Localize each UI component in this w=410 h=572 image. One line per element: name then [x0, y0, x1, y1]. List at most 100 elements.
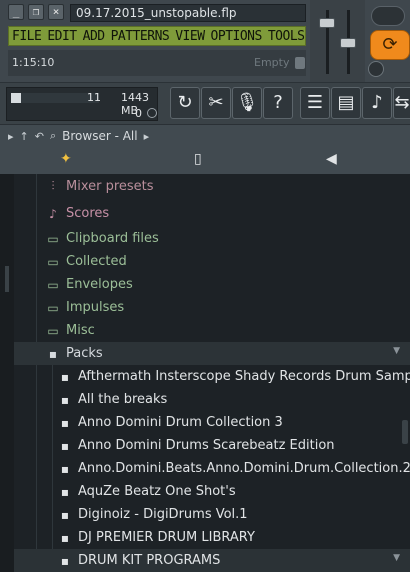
- tree-item-packs[interactable]: ▪ Packs ▼: [14, 342, 410, 365]
- tree-item-label: Misc: [66, 323, 95, 338]
- pack-folder-icon: ▪: [60, 507, 70, 522]
- tab-speaker-icon[interactable]: ◀: [326, 151, 337, 167]
- tree-gutter: [0, 174, 14, 572]
- hint-status: Empty: [254, 56, 290, 69]
- browser-title-row: ▸ ↑ ↶ ⌕ Browser - All ▸: [8, 129, 149, 143]
- tree-pack-label: AquZe Beatz One Shot's: [78, 484, 236, 499]
- tree-item-scores[interactable]: ♪ Scores: [14, 202, 410, 225]
- snap-toggle[interactable]: [371, 6, 405, 26]
- tree-item-label: Collected: [66, 254, 127, 269]
- folder-icon: ▭: [47, 254, 59, 269]
- tree-item-misc[interactable]: ▭ Misc: [14, 319, 410, 342]
- mixer-icon: ⫶: [51, 179, 55, 193]
- piano-roll-icon[interactable]: ♪: [362, 87, 392, 119]
- project-filename: 09.17.2015_unstopable.flp: [70, 4, 306, 22]
- tree-pack-label: Anno Domini Drum Collection 3: [78, 415, 283, 430]
- close-button[interactable]: ×: [48, 4, 64, 20]
- tree-pack-label: DJ PREMIER DRUM LIBRARY: [78, 530, 255, 545]
- tree-item-label: Mixer presets: [66, 179, 154, 194]
- menu-patterns[interactable]: PATTERNS: [108, 29, 173, 44]
- tree-scrollbar[interactable]: [402, 420, 408, 444]
- mixer-icon[interactable]: ⇆: [393, 87, 410, 119]
- pack-folder-icon: ▪: [60, 438, 70, 453]
- menu-edit[interactable]: EDIT: [44, 29, 79, 44]
- tree-pack-item[interactable]: ▪ AquZe Beatz One Shot's: [14, 480, 410, 503]
- pack-folder-icon: ▪: [60, 530, 70, 545]
- polyphony-value: 0: [135, 107, 142, 120]
- main-menu-bar: FILE EDIT ADD PATTERNS VIEW OPTIONS TOOL…: [8, 26, 318, 46]
- search-icon[interactable]: ⌕: [50, 129, 56, 143]
- pack-folder-icon: ▪: [60, 369, 70, 384]
- folder-icon: ▭: [47, 300, 59, 315]
- browser-header: ▸ ↑ ↶ ⌕ Browser - All ▸ ✦ ▯ ◀: [0, 124, 410, 174]
- tree-item-label: Clipboard files: [66, 231, 159, 246]
- tree-item-mixer-presets[interactable]: ⫶ Mixer presets: [14, 175, 410, 198]
- tree-item-clipboard-files[interactable]: ▭ Clipboard files: [14, 227, 410, 250]
- tree-item-impulses[interactable]: ▭ Impulses: [14, 296, 410, 319]
- folder-icon: ▭: [47, 323, 59, 338]
- pack-folder-icon: ▪: [48, 346, 58, 361]
- tree-pack-item[interactable]: ▪ Anno Domini Drums Scarebeatz Edition: [14, 434, 410, 457]
- tree-pack-label: All the breaks: [78, 392, 168, 407]
- tree-item-label: Envelopes: [66, 277, 133, 292]
- loop-record-button[interactable]: ⟳: [370, 30, 410, 60]
- menu-tools[interactable]: TOOLS: [265, 29, 308, 44]
- channel-rack-icon[interactable]: ▤: [331, 87, 361, 119]
- microphone-icon[interactable]: 🎙: [232, 87, 262, 119]
- chevron-down-icon: ▼: [393, 553, 400, 563]
- help-icon[interactable]: ?: [263, 87, 293, 119]
- folder-icon: ▭: [47, 231, 59, 246]
- menu-view[interactable]: VIEW: [172, 29, 207, 44]
- menu-file[interactable]: FILE: [9, 29, 44, 44]
- browser-title: Browser - All: [62, 129, 138, 143]
- hint-bar: 1:15:10 Empty: [8, 50, 306, 76]
- arrow-right-icon[interactable]: ▸: [8, 130, 14, 143]
- chevron-down-icon: ▼: [393, 346, 400, 356]
- tree-pack-item[interactable]: ▪ Anno.Domini.Beats.Anno.Domini.Drum.Col…: [14, 457, 410, 480]
- tab-current-project-icon[interactable]: ▯: [194, 151, 202, 167]
- cpu-memory-meter: 11 1443 MB 0: [6, 87, 158, 121]
- tree-pack-label: DRUM KIT PROGRAMS: [78, 553, 221, 568]
- tree-pack-item[interactable]: ▪ All the breaks: [14, 388, 410, 411]
- tree-item-envelopes[interactable]: ▭ Envelopes: [14, 273, 410, 296]
- master-pitch-slider[interactable]: [340, 38, 356, 48]
- pack-folder-icon: ▪: [60, 461, 70, 476]
- tree-pack-label: Anno Domini Drums Scarebeatz Edition: [78, 438, 335, 453]
- song-time: 1:15:10: [12, 56, 55, 69]
- chevron-right-icon[interactable]: ▸: [144, 130, 150, 143]
- cpu-bar-fill: [11, 93, 21, 103]
- menu-add[interactable]: ADD: [80, 29, 108, 44]
- top-panel: _ ❐ × 09.17.2015_unstopable.flp FILE EDI…: [0, 0, 410, 82]
- master-volume-slider[interactable]: [319, 18, 335, 28]
- tree-item-label: Scores: [66, 206, 110, 221]
- tree-item-collected[interactable]: ▭ Collected: [14, 250, 410, 273]
- arrow-up-icon[interactable]: ↑: [20, 130, 29, 143]
- tree-pack-item[interactable]: ▪ Anno Domini Drum Collection 3: [14, 411, 410, 434]
- playlist-icon[interactable]: ☰: [300, 87, 330, 119]
- tree-pack-item[interactable]: ▪ Diginoiz - DigiDrums Vol.1: [14, 503, 410, 526]
- note-icon: ♪: [49, 206, 57, 221]
- refresh-icon[interactable]: ↻: [170, 87, 200, 119]
- menu-options[interactable]: OPTIONS: [208, 29, 265, 44]
- pack-folder-icon: ▪: [60, 484, 70, 499]
- tree-pack-label: Afthermath Insterscope Shady Records Dru…: [78, 369, 410, 384]
- tab-all-icon[interactable]: ✦: [60, 151, 72, 167]
- tree-pack-item[interactable]: ▪ Afthermath Insterscope Shady Records D…: [14, 365, 410, 388]
- waveform-icon: [147, 108, 157, 118]
- pack-folder-icon: ▪: [60, 553, 70, 568]
- transport-panel: ⟳: [365, 0, 410, 82]
- cpu-bar: [11, 93, 99, 103]
- restore-button[interactable]: ❐: [28, 4, 44, 20]
- cpu-value: 11: [87, 91, 101, 104]
- tools-icon[interactable]: ✂: [201, 87, 231, 119]
- gutter-handle[interactable]: [5, 266, 9, 292]
- pack-folder-icon: ▪: [60, 392, 70, 407]
- minimize-button[interactable]: _: [8, 4, 24, 20]
- info-icon[interactable]: [368, 61, 384, 77]
- tree-pack-item[interactable]: ▪ DJ PREMIER DRUM LIBRARY: [14, 526, 410, 549]
- undo-icon[interactable]: ↶: [35, 130, 44, 143]
- lock-icon[interactable]: [295, 57, 305, 69]
- tree-pack-item[interactable]: ▪ DRUM KIT PROGRAMS ▼: [14, 549, 410, 572]
- tree-item-label: Impulses: [66, 300, 125, 315]
- pack-folder-icon: ▪: [60, 415, 70, 430]
